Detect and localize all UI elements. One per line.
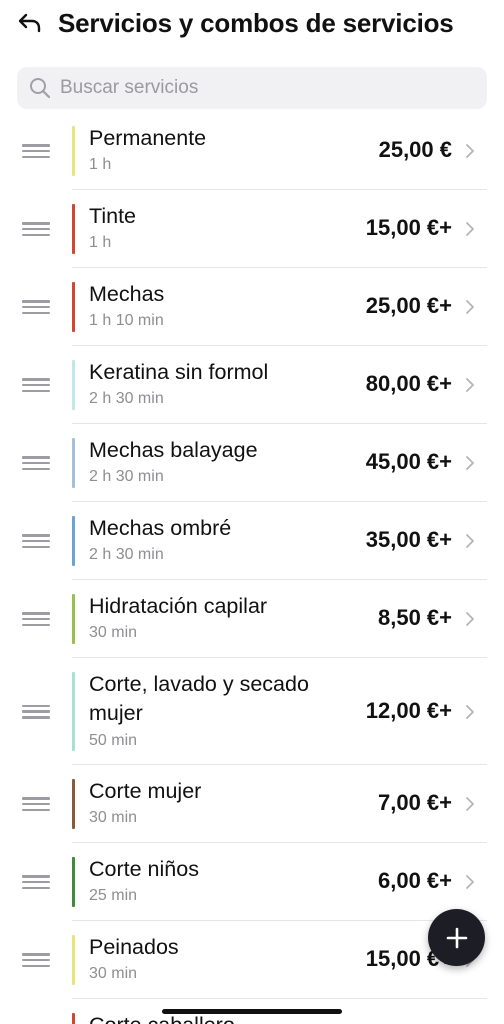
service-color-bar [72,126,75,176]
drag-handle-icon[interactable] [22,222,50,236]
service-row[interactable]: Hidratación capilar 30 min 8,50 €+ [0,580,504,658]
page-title: Servicios y combos de servicios [58,8,454,38]
service-duration: 50 min [89,732,138,749]
drag-handle-icon[interactable] [22,378,50,392]
service-duration: 30 min [89,965,138,982]
service-color-bar [72,282,75,332]
service-price: 12,00 €+ [365,697,452,723]
service-color-bar [72,594,75,644]
service-price: 6,00 €+ [377,868,452,893]
service-color-bar [72,1013,75,1024]
chevron-right-icon [463,299,477,315]
service-name: Tinte [89,204,136,228]
service-name: Corte, lavado y secado mujer [89,672,309,725]
drag-handle-icon[interactable] [22,456,50,470]
search-bar[interactable] [17,67,487,109]
chevron-right-icon [463,796,477,812]
drag-handle-icon[interactable] [22,953,50,967]
search-input[interactable] [60,77,460,99]
service-row[interactable]: Corte mujer 30 min 7,00 €+ [0,765,504,843]
service-list: Permanente 1 h 25,00 € Tinte 1 h 15,00 €+ Mech… [0,112,504,1024]
chevron-right-icon [463,704,477,720]
header: Servicios y combos de servicios [0,0,504,52]
chevron-right-icon [463,611,477,627]
service-duration: 2 h 30 min [89,390,164,407]
service-row[interactable]: Tinte 1 h 15,00 €+ [0,190,504,268]
drag-handle-icon[interactable] [22,704,50,719]
service-price: 80,00 €+ [365,371,452,396]
service-duration: 30 min [89,624,138,641]
service-name: Corte niños [89,857,199,881]
service-name: Hidratación capilar [89,594,268,618]
service-duration: 1 h 10 min [89,312,164,329]
drag-handle-icon[interactable] [22,300,50,314]
add-service-button[interactable] [428,909,485,966]
drag-handle-icon[interactable] [22,612,50,626]
drag-handle-icon[interactable] [22,797,50,811]
drag-handle-icon[interactable] [22,144,50,158]
service-row[interactable]: Mechas balayage 2 h 30 min 45,00 €+ [0,424,504,502]
drag-handle-icon[interactable] [22,875,50,889]
service-row[interactable]: Corte, lavado y secado mujer 50 min 12,00 … [0,658,504,765]
service-price: 8,50 €+ [377,605,452,630]
service-duration: 25 min [89,887,138,904]
service-price: 15,00 €+ [365,215,452,240]
service-row[interactable]: Corte niños 25 min 6,00 €+ [0,843,504,921]
service-color-bar [72,672,75,751]
home-indicator [162,1009,342,1014]
service-price: 25,00 € [378,137,452,162]
back-button[interactable] [14,8,46,40]
service-name: Permanente [89,126,207,150]
chevron-right-icon [463,874,477,890]
service-name: Mechas ombré [89,516,232,540]
service-duration: 2 h 30 min [89,546,164,563]
service-price: 35,00 €+ [365,527,452,552]
service-duration: 2 h 30 min [89,468,164,485]
back-arrow-icon [18,13,41,33]
service-color-bar [72,204,75,254]
plus-icon [446,927,467,948]
service-color-bar [72,516,75,566]
service-color-bar [72,857,75,907]
service-color-bar [72,360,75,410]
service-color-bar [72,935,75,985]
chevron-right-icon [463,455,477,471]
search-icon [29,77,51,99]
service-color-bar [72,779,75,829]
service-name: Peinados [89,935,179,959]
service-name: Mechas balayage [89,438,258,462]
chevron-right-icon [463,533,477,549]
service-price: 7,00 €+ [377,790,452,815]
service-duration: 1 h [89,156,112,173]
service-row[interactable]: Keratina sin formol 2 h 30 min 80,00 €+ [0,346,504,424]
chevron-right-icon [463,221,477,237]
service-name: Mechas [89,282,165,306]
service-name: Corte mujer [89,779,202,803]
service-duration: 1 h [89,234,112,251]
chevron-right-icon [463,377,477,393]
service-color-bar [72,438,75,488]
drag-handle-icon[interactable] [22,534,50,548]
service-row[interactable]: Mechas 1 h 10 min 25,00 €+ [0,268,504,346]
service-price: 45,00 €+ [365,449,452,474]
service-name: Keratina sin formol [89,360,269,384]
service-row[interactable]: Mechas ombré 2 h 30 min 35,00 €+ [0,502,504,580]
service-price: 25,00 €+ [365,293,452,318]
chevron-right-icon [463,143,477,159]
service-duration: 30 min [89,809,138,826]
service-row[interactable]: Permanente 1 h 25,00 € [0,112,504,190]
